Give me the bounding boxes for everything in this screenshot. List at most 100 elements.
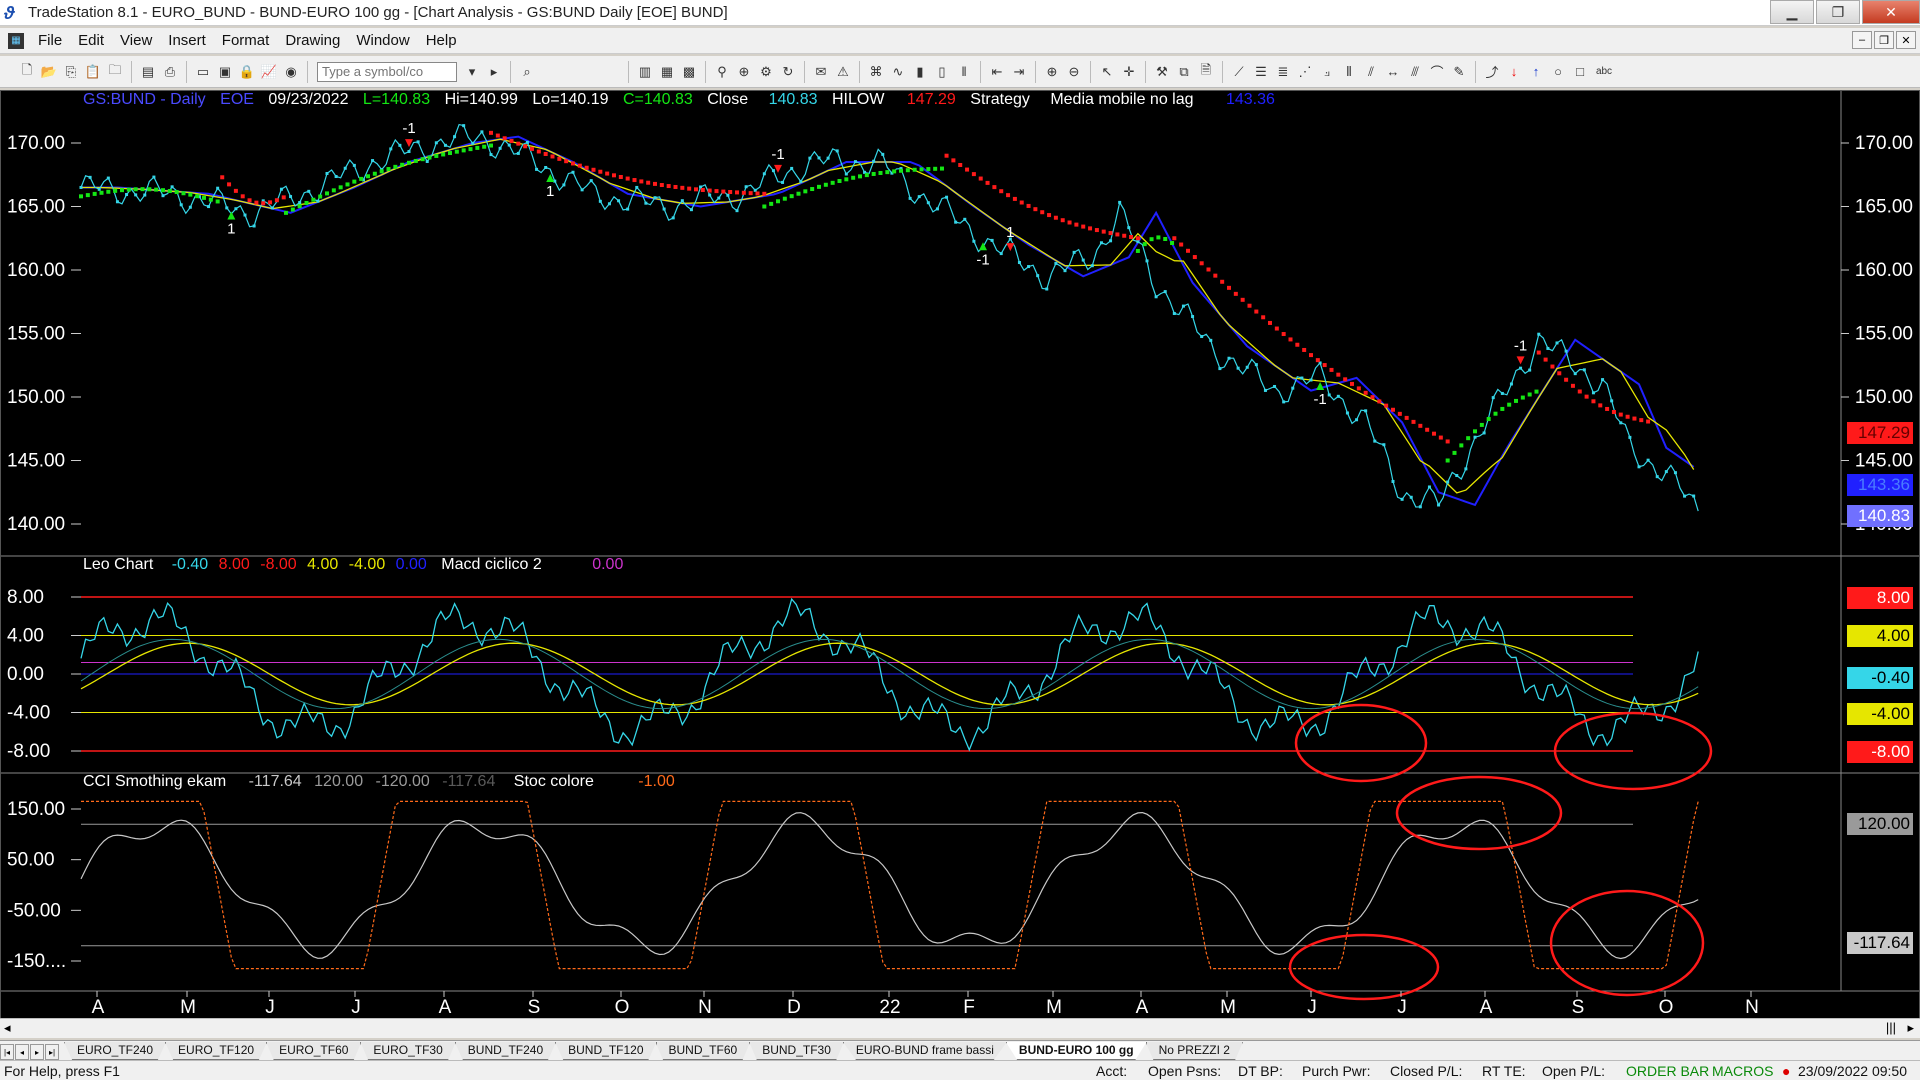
- paste-icon[interactable]: 📋: [84, 63, 102, 81]
- chart-icon[interactable]: 📈: [260, 63, 278, 81]
- status-macros[interactable]: MACROS: [1712, 1063, 1773, 1079]
- maximize-button[interactable]: ❐: [1816, 0, 1860, 24]
- scroll-left-arrow-icon[interactable]: ◂: [4, 1020, 11, 1036]
- play-icon[interactable]: ▸: [485, 63, 503, 81]
- menu-format[interactable]: Format: [214, 32, 278, 49]
- mdi-minimize-button[interactable]: –: [1852, 31, 1872, 49]
- hilow-dot: [1493, 411, 1498, 416]
- tab-next-icon[interactable]: ▸: [30, 1044, 44, 1060]
- menu-edit[interactable]: Edit: [70, 32, 112, 49]
- globe-icon[interactable]: ◉: [282, 63, 300, 81]
- zoom-in-icon[interactable]: ⊕: [1043, 63, 1061, 81]
- rectangle-icon[interactable]: □: [1571, 63, 1589, 81]
- radarscreen-icon[interactable]: ▦: [658, 63, 676, 81]
- tab-bund-tf240[interactable]: BUND_TF240: [454, 1042, 557, 1060]
- candle-icon[interactable]: ▯: [933, 63, 951, 81]
- status-order-bar[interactable]: ORDER BAR: [1626, 1063, 1709, 1079]
- doc-icon[interactable]: 🗎: [1197, 62, 1215, 81]
- crosshair-icon[interactable]: ✛: [1120, 63, 1138, 81]
- format-icon[interactable]: ⌘: [867, 63, 885, 81]
- tab-bund-tf30[interactable]: BUND_TF30: [749, 1042, 844, 1060]
- trendline-icon[interactable]: ⟋: [1230, 63, 1248, 81]
- chart-canvas[interactable]: 170.00 170.00 165.00 165.00 160.00 160.00 155.…: [1, 91, 1919, 1019]
- menu-help[interactable]: Help: [418, 32, 465, 49]
- workspace-tabs: |◂ ◂ ▸ ▸| EURO_TF240 EURO_TF120 EURO_TF6…: [0, 1040, 1920, 1060]
- tab-euro-tf60[interactable]: EURO_TF60: [266, 1042, 362, 1060]
- tab-bund-euro-100gg[interactable]: BUND-EURO 100 gg: [1005, 1042, 1147, 1060]
- print-preview-icon[interactable]: ▤: [139, 63, 157, 81]
- folder-icon[interactable]: 🗀: [106, 62, 124, 81]
- zoom-out-icon[interactable]: ⊖: [1065, 63, 1083, 81]
- cascade-icon[interactable]: ▣: [216, 63, 234, 81]
- pen-icon[interactable]: ✎: [1450, 63, 1468, 81]
- arc-icon[interactable]: ⌒: [1428, 63, 1446, 81]
- hammer-icon[interactable]: ⚒: [1153, 63, 1171, 81]
- arrow-down-icon[interactable]: ↓: [1505, 63, 1523, 81]
- open-icon[interactable]: 📂: [40, 63, 58, 81]
- tab-no-prezzi-2[interactable]: No PREZZI 2: [1145, 1042, 1243, 1060]
- new-icon[interactable]: 🗋: [18, 62, 36, 81]
- arrow-up-icon[interactable]: ↑: [1527, 63, 1545, 81]
- close-button[interactable]: ✕: [1862, 0, 1920, 24]
- hilow-dot: [1527, 392, 1532, 397]
- menu-window[interactable]: Window: [348, 32, 417, 49]
- tab-last-icon[interactable]: ▸|: [45, 1044, 59, 1060]
- menu-insert[interactable]: Insert: [160, 32, 214, 49]
- window-icon[interactable]: ▭: [194, 63, 212, 81]
- network-icon[interactable]: ⧉: [1175, 63, 1193, 81]
- symbol-input[interactable]: [317, 61, 457, 82]
- menu-file[interactable]: File: [30, 32, 70, 49]
- minimize-button[interactable]: ▁: [1770, 0, 1814, 24]
- speedline-icon[interactable]: ⟓: [1318, 63, 1336, 81]
- tab-prev-icon[interactable]: ◂: [15, 1044, 29, 1060]
- hlines-icon[interactable]: ☰: [1252, 63, 1270, 81]
- scanner-icon[interactable]: ⚲: [713, 63, 731, 81]
- price-dot: [1673, 471, 1677, 475]
- print-icon[interactable]: ⎙: [161, 63, 179, 81]
- pointer-icon[interactable]: ↖: [1098, 63, 1116, 81]
- hilow-dot: [1564, 377, 1569, 382]
- curve-icon[interactable]: ⤴: [1483, 63, 1501, 81]
- andrews-icon[interactable]: ⫽: [1362, 63, 1380, 81]
- copy-icon[interactable]: ⎘: [62, 63, 80, 81]
- chevron-down-icon[interactable]: ▾: [463, 63, 481, 81]
- menu-drawing[interactable]: Drawing: [277, 32, 348, 49]
- fib-icon[interactable]: ≣: [1274, 63, 1292, 81]
- hilow-dot: [1060, 218, 1065, 223]
- binoculars-icon[interactable]: ⌕: [518, 63, 536, 81]
- tab-euro-tf30[interactable]: EURO_TF30: [360, 1042, 456, 1060]
- chart-analysis-window[interactable]: 170.00 170.00 165.00 165.00 160.00 160.00 155.…: [0, 90, 1920, 1034]
- tab-euro-bund-frame-bassi[interactable]: EURO-BUND frame bassi: [842, 1042, 1007, 1060]
- mdi-close-button[interactable]: ✕: [1896, 31, 1916, 49]
- chart-analysis-icon[interactable]: ▥: [636, 63, 654, 81]
- bar-icon[interactable]: ▮: [911, 63, 929, 81]
- scroll-right-arrow-icon[interactable]: ▸: [1907, 1020, 1914, 1036]
- horizontal-scrollbar[interactable]: ◂ ||| ▸: [0, 1018, 1920, 1038]
- mdi-restore-button[interactable]: ❐: [1874, 31, 1894, 49]
- scroll-left-icon[interactable]: ⇤: [988, 63, 1006, 81]
- ellipse-icon[interactable]: ○: [1549, 63, 1567, 81]
- refresh-icon[interactable]: ↻: [779, 63, 797, 81]
- bars-icon[interactable]: ‖: [955, 63, 973, 81]
- horizontal-arrows-icon[interactable]: ↔: [1384, 63, 1402, 81]
- text-icon[interactable]: abc: [1593, 63, 1615, 81]
- optionstation-icon[interactable]: ⊕: [735, 63, 753, 81]
- tab-bund-tf120[interactable]: BUND_TF120: [555, 1042, 657, 1060]
- scroll-grip-icon[interactable]: |||: [1886, 1020, 1896, 1035]
- alert-icon[interactable]: ⚠: [834, 63, 852, 81]
- scroll-right-icon[interactable]: ⇥: [1010, 63, 1028, 81]
- matrix-icon[interactable]: ▩: [680, 63, 698, 81]
- tab-first-icon[interactable]: |◂: [0, 1044, 14, 1060]
- tab-euro-tf240[interactable]: EURO_TF240: [64, 1042, 167, 1060]
- news-icon[interactable]: ✉: [812, 63, 830, 81]
- tab-euro-tf120[interactable]: EURO_TF120: [165, 1042, 268, 1060]
- vlines-icon[interactable]: ⦀: [1340, 63, 1358, 81]
- channel-icon[interactable]: ⫻: [1406, 63, 1424, 81]
- indicator-icon[interactable]: ∿: [889, 63, 907, 81]
- tab-bund-tf60[interactable]: BUND_TF60: [655, 1042, 751, 1060]
- document-icon[interactable]: ▦: [8, 32, 24, 49]
- menu-view[interactable]: View: [112, 32, 160, 49]
- lock-icon[interactable]: 🔒: [238, 63, 256, 81]
- gann-icon[interactable]: ⋰: [1296, 63, 1314, 81]
- tool-icon[interactable]: ⚙: [757, 63, 775, 81]
